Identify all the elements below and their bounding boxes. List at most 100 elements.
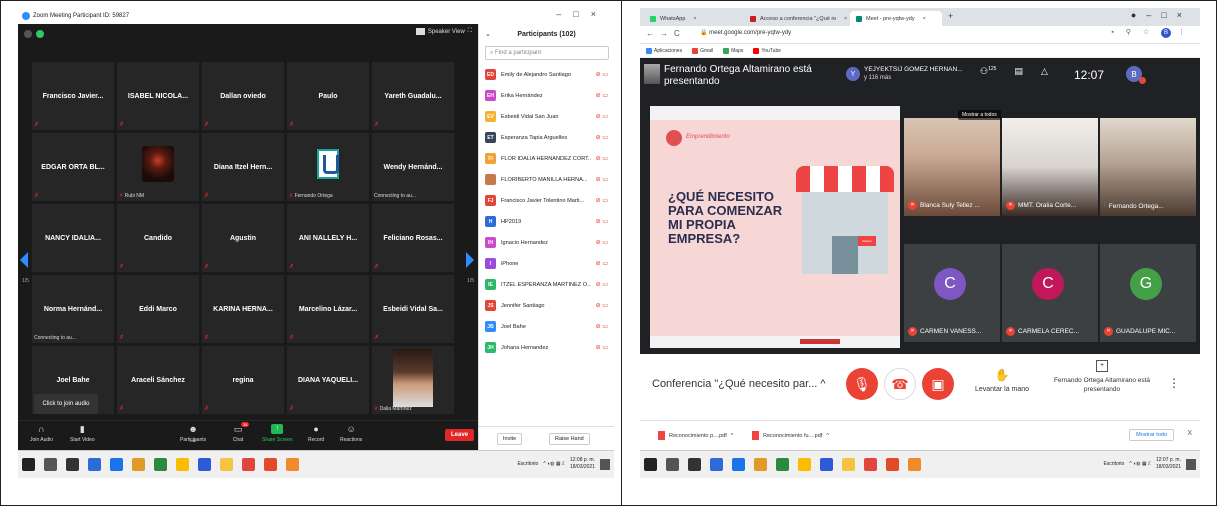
close-tab-icon[interactable]: × xyxy=(844,16,847,22)
desktop-label[interactable]: Escritorio xyxy=(1103,461,1124,467)
camera-toggle-button[interactable]: ▣ xyxy=(922,368,954,400)
mic-toggle-button[interactable]: 🎙 xyxy=(846,368,878,400)
word-icon[interactable] xyxy=(820,458,833,471)
video-tile[interactable]: Norma Hernánd... Connecting to au... xyxy=(32,275,114,343)
video-tile[interactable]: ✗ Fernando Ortega xyxy=(287,133,369,201)
fullscreen-icon[interactable]: ⛶ xyxy=(468,28,472,35)
participant-list-item[interactable]: H HP2019 ⊘ ▭ xyxy=(479,211,614,232)
video-tile[interactable]: ✗ Rubi NM xyxy=(117,133,199,201)
notifications-icon[interactable] xyxy=(600,458,610,470)
video-tile[interactable]: Candido ✗ xyxy=(117,204,199,272)
people-icon[interactable]: ⚇125 xyxy=(980,66,996,77)
powerpoint-icon[interactable] xyxy=(886,458,899,471)
participant-list-item[interactable]: JH Johana Hernandez ⊘ ▭ xyxy=(479,337,614,358)
chrome-icon[interactable] xyxy=(798,458,811,471)
bookmark-maps[interactable]: Maps xyxy=(723,47,743,54)
tab-whatsapp[interactable]: WhatsApp × xyxy=(644,11,740,26)
new-tab-icon[interactable]: + xyxy=(948,11,953,21)
search-icon[interactable] xyxy=(666,458,679,471)
system-clock[interactable]: 12:08 p. m. 18/03/2021 xyxy=(570,457,595,471)
video-tile[interactable]: Wendy Hernánd... Connecting to au... xyxy=(372,133,454,201)
start-menu-icon[interactable] xyxy=(644,458,657,471)
participant-list-item[interactable]: ED Emily de Alejandro Santiago ⊘ ▭ xyxy=(479,64,614,85)
leave-button[interactable]: Leave xyxy=(444,429,474,441)
participant-list-item[interactable]: FLORIBERTO MANILLA HERNÁ... ⊘ ▭ xyxy=(479,169,614,190)
speaker-view-button[interactable]: Speaker View ⛶ xyxy=(415,28,472,35)
file-explorer-icon[interactable] xyxy=(710,458,723,471)
video-tile[interactable]: Araceli Sánchez ✗ xyxy=(117,346,199,414)
notifications-icon[interactable] xyxy=(1186,458,1196,470)
task-view-icon[interactable] xyxy=(688,458,701,471)
participant-list-item[interactable]: IH Ignacio Hernandez ⊘ ▭ xyxy=(479,232,614,253)
app-icon[interactable] xyxy=(754,458,767,471)
video-tile[interactable]: ANI NALLELY H... ✗ xyxy=(287,204,369,272)
word-icon[interactable] xyxy=(198,458,211,471)
video-tile[interactable]: DIANA YAQUELI... ✗ xyxy=(287,346,369,414)
url-field[interactable]: 🔒 meet.google.com/pre-yqtw-ydy xyxy=(700,29,791,36)
close-tab-icon[interactable]: × xyxy=(923,16,926,22)
video-tile[interactable]: KARINA HERNA... ✗ xyxy=(202,275,284,343)
window-controls[interactable]: ●–□× xyxy=(1131,10,1192,20)
participant-tile[interactable]: ✕ MMT. Oralia Corte... xyxy=(1002,118,1098,216)
presenting-indicator[interactable]: + Fernando Ortega Altamirano está present… xyxy=(1044,360,1160,394)
reactions-button[interactable]: ☺ Reactions xyxy=(340,424,362,443)
close-downloads-icon[interactable]: X xyxy=(1187,430,1192,437)
find-participant-input[interactable]: ⌕ Find a participant xyxy=(485,46,609,60)
start-menu-icon[interactable] xyxy=(22,458,35,471)
window-controls[interactable]: –□× xyxy=(556,9,608,19)
more-options-icon[interactable]: ⋮ xyxy=(1168,376,1180,390)
app-icon[interactable] xyxy=(908,458,921,471)
video-tile[interactable]: ISABEL NICOLA... ✗ xyxy=(117,62,199,130)
desktop-label[interactable]: Escritorio xyxy=(517,461,538,467)
security-shield-icon[interactable] xyxy=(36,30,44,38)
bookmark-youtube[interactable]: YouTube xyxy=(753,47,781,54)
chrome-icon[interactable] xyxy=(176,458,189,471)
video-tile[interactable]: NANCY IDALIA... xyxy=(32,204,114,272)
tab-conferencia[interactable]: Acceso a conferencia "¿Qué nec × xyxy=(744,11,848,26)
video-tile[interactable]: Agustin ✗ xyxy=(202,204,284,272)
video-tile[interactable]: Paulo ✗ xyxy=(287,62,369,130)
search-icon[interactable] xyxy=(44,458,57,471)
raise-hand-button[interactable]: Raise Hand xyxy=(549,433,590,445)
video-tile[interactable]: regina ✗ xyxy=(202,346,284,414)
app-icon[interactable] xyxy=(242,458,255,471)
video-tile[interactable]: Marcelino Lázar... ✗ xyxy=(287,275,369,343)
video-tile[interactable]: EDGAR ORTA BL... ✗ xyxy=(32,133,114,201)
video-tile[interactable]: Yareth Guadalu... ✗ xyxy=(372,62,454,130)
video-tile[interactable]: Eddi Marco ✗ xyxy=(117,275,199,343)
video-tile[interactable]: Francisco Javier... ✗ xyxy=(32,62,114,130)
start-video-button[interactable]: ▮ Start Video xyxy=(70,424,95,443)
store-icon[interactable] xyxy=(110,458,123,471)
pinned-participant[interactable]: Y YEJYEKTSIJ GOMEZ HERNAN... y 116 más xyxy=(846,66,963,82)
app-icon[interactable] xyxy=(132,458,145,471)
tray-icons[interactable]: ^ ◖◍ ▦ ℰ xyxy=(543,461,565,467)
meeting-title[interactable]: Conferencia "¿Qué necesito par... ^ xyxy=(652,378,826,390)
navigation-buttons[interactable]: ←→C xyxy=(646,29,686,38)
tray-icons[interactable]: ^ ◖◍ ▦ ℰ xyxy=(1129,461,1151,467)
toolbar-icons[interactable]: ▪ ⚲ ☆ B ⋮ xyxy=(1111,28,1190,38)
file-explorer-icon[interactable] xyxy=(88,458,101,471)
participant-list-item[interactable]: FI FLOR IDALIA HERNÁNDEZ CORT... ⊘ ▭ xyxy=(479,148,614,169)
info-icon[interactable] xyxy=(24,30,32,38)
participant-list-item[interactable]: JS Jennifer Santiago ⊘ ▭ xyxy=(479,295,614,316)
edge-icon[interactable] xyxy=(776,458,789,471)
participant-list-item[interactable]: EH Erika Hernández ⊘ ▭ xyxy=(479,85,614,106)
collapse-chevron-icon[interactable]: ⌄ xyxy=(485,30,491,38)
show-all-downloads-button[interactable]: Mostrar todo xyxy=(1129,429,1174,441)
next-page-arrow-icon[interactable] xyxy=(466,252,474,268)
join-audio-button[interactable]: ∩ Join Audio xyxy=(30,424,53,443)
video-tile[interactable]: Diana Itzel Hern... ✗ xyxy=(202,133,284,201)
share-screen-button[interactable]: ↑ Share Screen xyxy=(262,424,293,443)
chat-button[interactable]: ▭ 38 Chat xyxy=(232,422,250,443)
video-tile[interactable]: ✗ Dalia Martínez xyxy=(372,346,454,414)
bookmark-gmail[interactable]: Gmail xyxy=(692,47,713,54)
raise-hand-button[interactable]: ✋ Levantar la mano xyxy=(970,368,1034,393)
record-button[interactable]: ● Record xyxy=(308,424,324,443)
app-icon[interactable] xyxy=(286,458,299,471)
video-tile[interactable]: Esbeidi Vidal Sa... ✗ xyxy=(372,275,454,343)
powerpoint-icon[interactable] xyxy=(264,458,277,471)
participant-list-item[interactable]: JB Joel Bahe ⊘ ▭ xyxy=(479,316,614,337)
participant-list-item[interactable]: FJ Francisco Javier Tolentino Marti... ⊘ ▭ xyxy=(479,190,614,211)
participant-tile[interactable]: C ✕ CARMELA CEREC... xyxy=(1002,244,1098,342)
participant-tile[interactable]: G ✕ GUADALUPE MIC... xyxy=(1100,244,1196,342)
